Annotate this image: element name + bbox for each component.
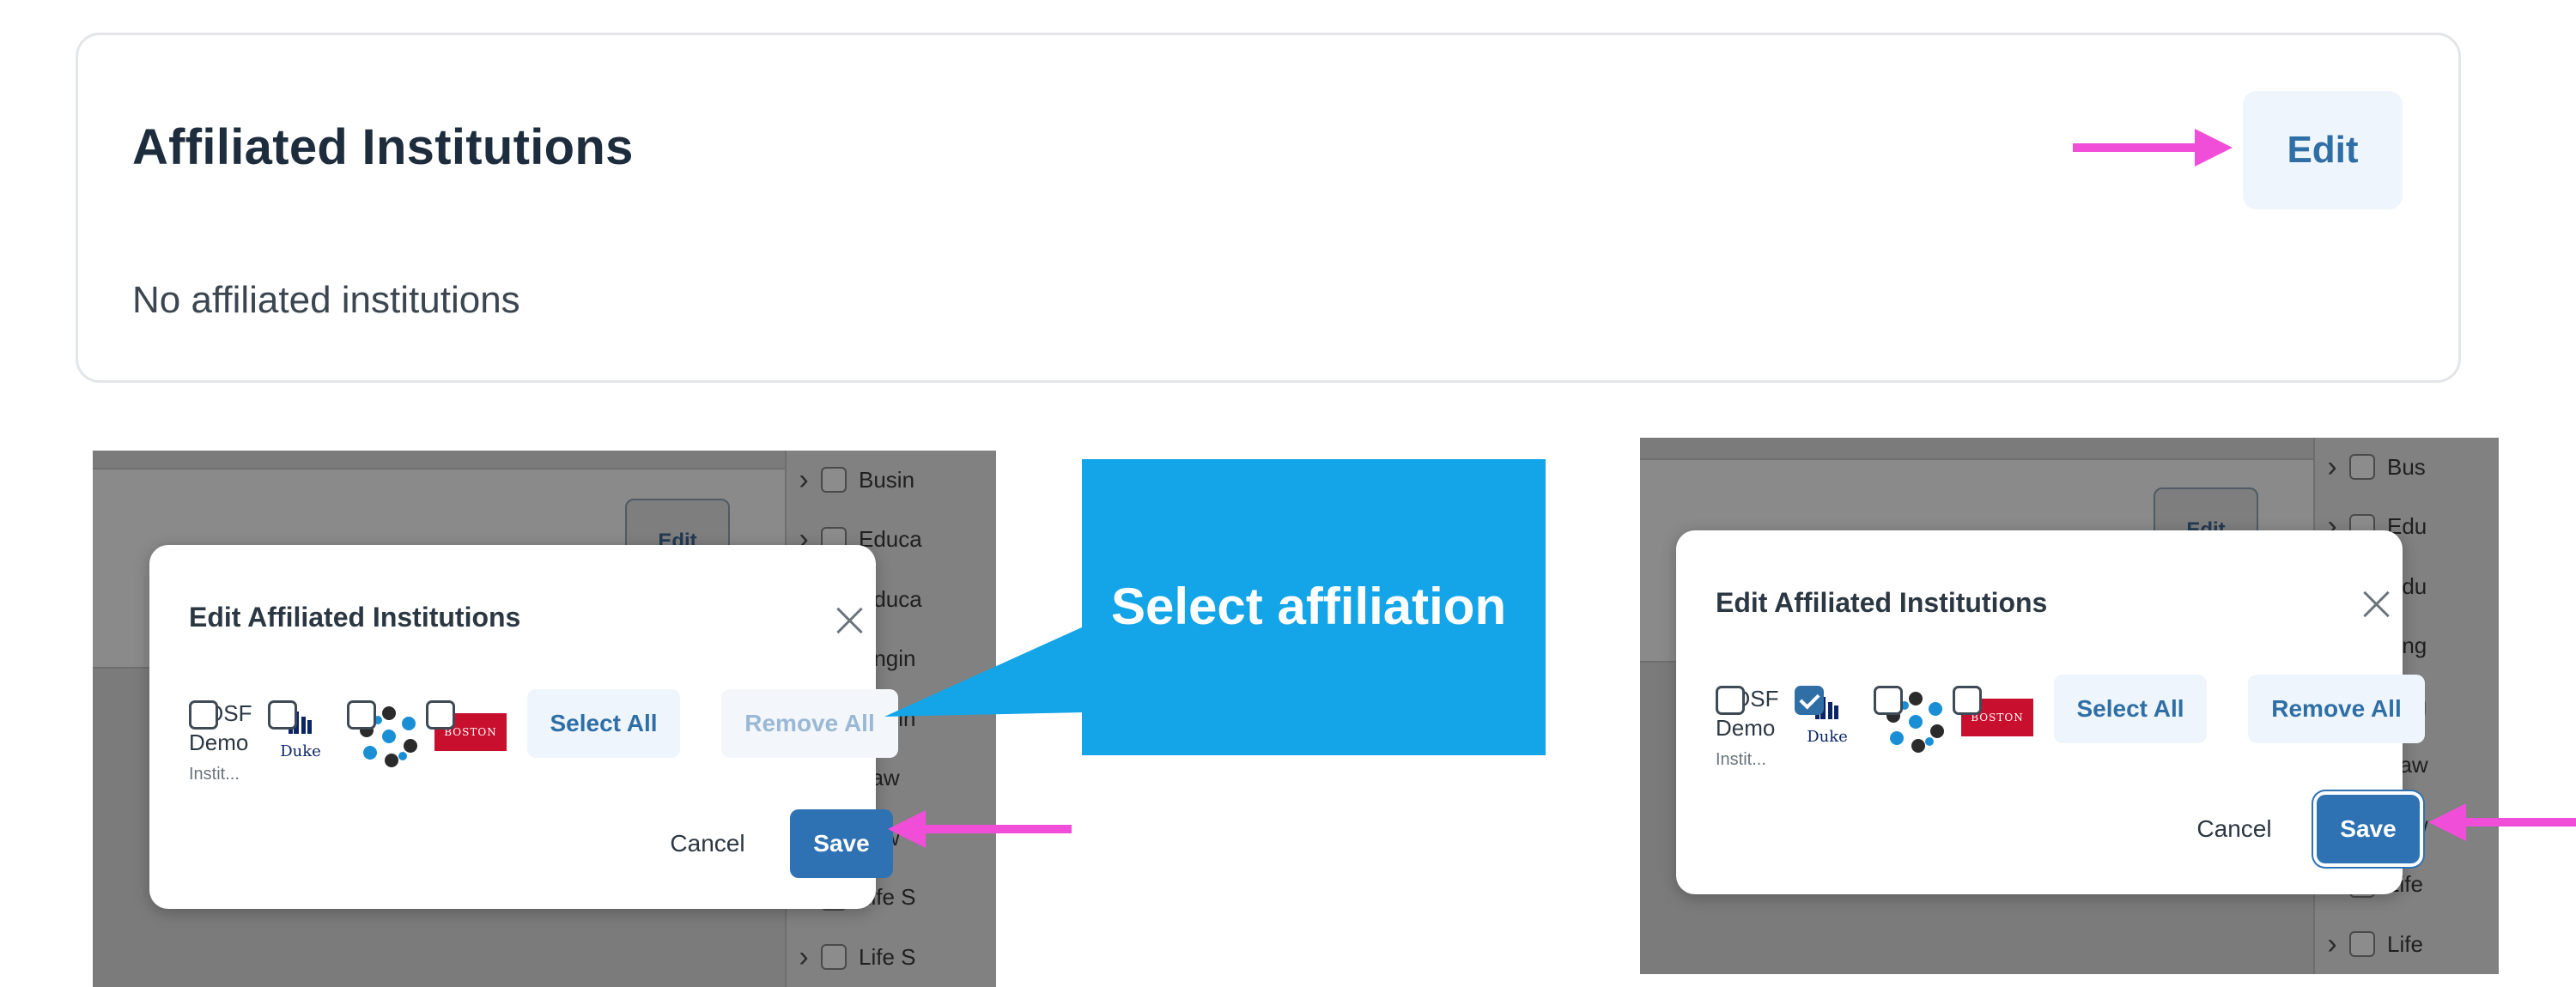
checkbox-duke[interactable] <box>1795 686 1824 715</box>
chevron-right-icon[interactable]: › <box>787 941 821 974</box>
remove-all-button[interactable]: Remove All <box>721 689 898 758</box>
select-all-button[interactable]: Select All <box>527 689 680 758</box>
empty-state-text: No affiliated institutions <box>132 279 520 321</box>
sidebar-item[interactable]: › Life S <box>787 940 916 974</box>
card-title: Affiliated Institutions <box>132 119 634 175</box>
checkbox-boston-university[interactable] <box>1953 686 1982 715</box>
sidebar-item-label: Life <box>2387 930 2423 957</box>
cancel-button[interactable]: Cancel <box>665 809 750 878</box>
sidebar-item-label: Bus <box>2387 453 2426 480</box>
checkbox-duke[interactable] <box>268 700 297 730</box>
checkbox-network-institution[interactable] <box>347 700 376 730</box>
close-icon[interactable] <box>2361 589 2391 618</box>
sidebar-checkbox[interactable] <box>821 944 847 970</box>
select-all-button[interactable]: Select All <box>2054 675 2207 743</box>
checkbox-osf[interactable] <box>1716 686 1745 715</box>
sidebar-item-label: Life S <box>859 943 916 970</box>
callout-pointer <box>884 627 1084 717</box>
svg-text:Duke: Duke <box>1807 728 1848 746</box>
sidebar-item-label: Busin <box>859 466 915 493</box>
checkbox-osf[interactable] <box>189 700 218 730</box>
edit-button[interactable]: Edit <box>2243 91 2403 209</box>
edit-affiliations-modal: Edit Affiliated Institutions OSF Demo Inst… <box>149 545 898 909</box>
svg-text:Duke: Duke <box>280 742 321 760</box>
checkbox-boston-university[interactable] <box>426 700 455 730</box>
sidebar-checkbox[interactable] <box>2349 454 2375 480</box>
callout-text: Select affiliation <box>1111 578 1507 635</box>
sidebar-checkbox[interactable] <box>821 467 847 493</box>
cancel-button[interactable]: Cancel <box>2191 795 2277 863</box>
chevron-right-icon[interactable]: › <box>787 463 821 497</box>
remove-all-button[interactable]: Remove All <box>2248 675 2425 743</box>
save-button[interactable]: Save <box>2317 795 2420 863</box>
edit-affiliations-modal: Edit Affiliated Institutions OSF Demo Inst… <box>1676 530 2425 894</box>
checkbox-network-institution[interactable] <box>1874 686 1903 715</box>
chevron-right-icon[interactable]: › <box>2315 928 2349 961</box>
screenshot-after: Edit ›Bus›EduEduEngEngLawLawLife›Life Ed… <box>1640 438 2499 974</box>
sidebar-checkbox[interactable] <box>2349 931 2375 957</box>
modal-title: Edit Affiliated Institutions <box>189 602 521 633</box>
screenshot-before: Edit ›Busin›EducaEducaEnginEnginLawLawLi… <box>93 451 996 987</box>
chevron-right-icon[interactable]: › <box>2315 451 2349 484</box>
modal-title: Edit Affiliated Institutions <box>1716 587 2048 618</box>
affiliated-institutions-card <box>76 33 2461 383</box>
close-icon[interactable] <box>835 605 864 634</box>
sidebar-item[interactable]: › Bus <box>2315 450 2426 484</box>
save-button[interactable]: Save <box>790 809 893 878</box>
sidebar-item[interactable]: › Life <box>2315 927 2423 961</box>
sidebar-item[interactable]: › Busin <box>787 463 914 497</box>
